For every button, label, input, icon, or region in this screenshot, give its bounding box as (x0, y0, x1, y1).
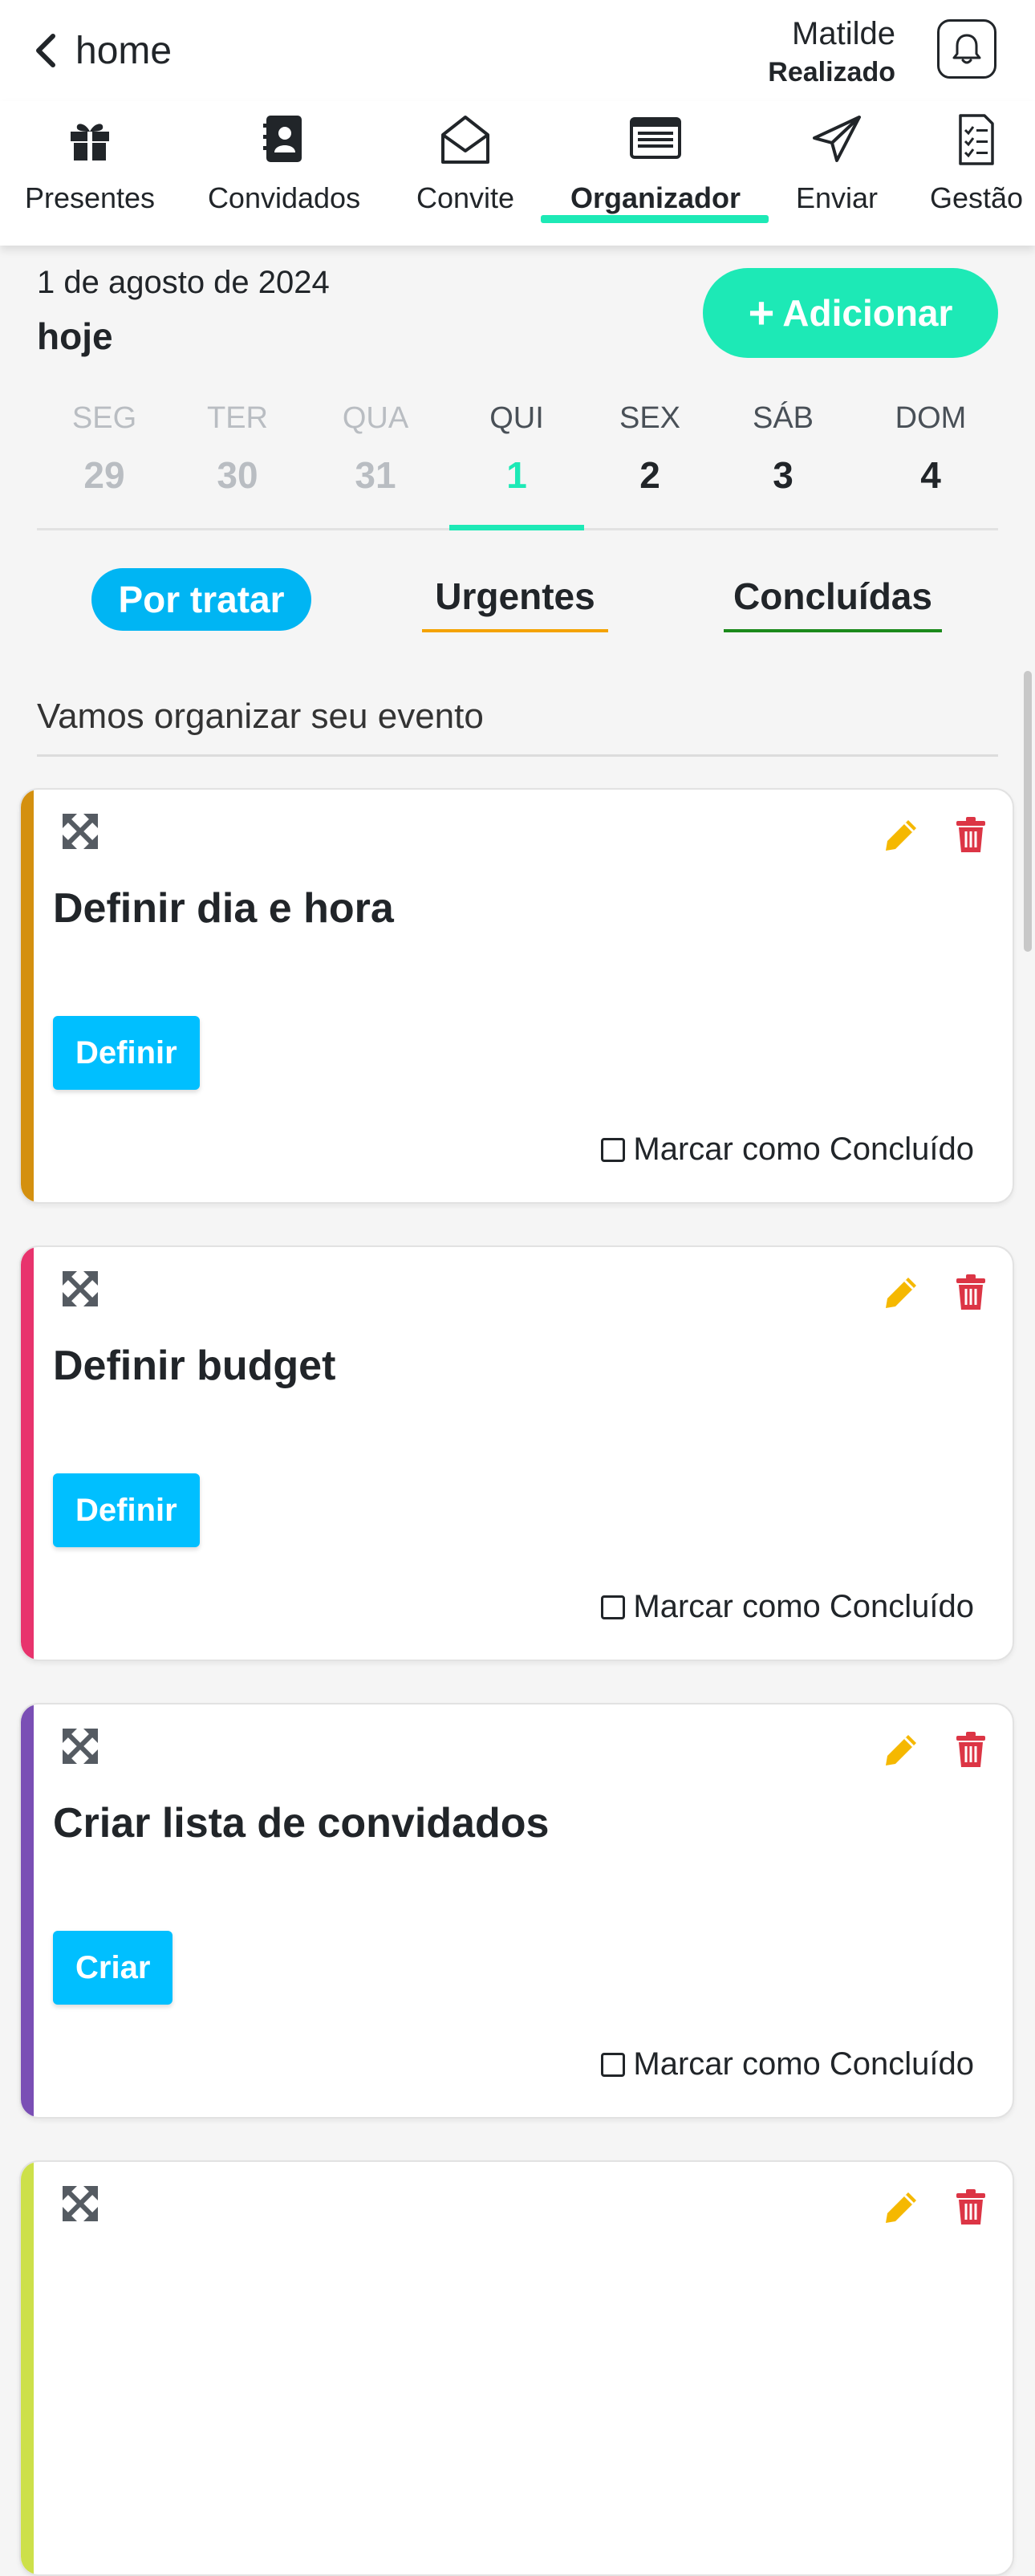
checkbox-icon (601, 1137, 626, 1162)
back-button[interactable]: home (34, 24, 172, 77)
day-number: 1 (506, 454, 527, 496)
day-name: DOM (895, 401, 967, 435)
day-sat[interactable]: SÁB 3 (716, 398, 850, 528)
notifications-button[interactable] (937, 19, 996, 79)
task-action-button[interactable]: Definir (53, 1473, 200, 1547)
trash-icon[interactable] (955, 1273, 987, 1311)
task-title: Definir dia e hora (53, 885, 394, 932)
top-bar: home Matilde Realizado (0, 0, 1035, 101)
day-fri[interactable]: SEX 2 (582, 398, 717, 528)
day-name: QUA (342, 401, 409, 435)
task-title: Definir budget (53, 1343, 336, 1389)
pencil-icon[interactable] (883, 1732, 919, 1769)
day-sun[interactable]: DOM 4 (863, 398, 998, 528)
chevron-left-icon (36, 34, 55, 67)
tab-presentes[interactable]: Presentes (19, 101, 160, 246)
expand-arrows-icon[interactable] (61, 1727, 99, 1765)
tab-convite[interactable]: Convite (400, 101, 531, 246)
add-task-button[interactable]: + Adicionar (703, 268, 998, 358)
back-label: home (75, 29, 172, 72)
day-thu[interactable]: QUI 1 (449, 398, 584, 528)
expand-arrows-icon[interactable] (61, 812, 99, 851)
checkbox-icon (601, 2052, 626, 2077)
main-tabs: Presentes Convidados Convite Organizador… (0, 101, 1035, 246)
week-strip: SEG 29 TER 30 QUA 31 QUI 1 SEX 2 SÁB 3 D… (37, 398, 998, 528)
pencil-icon[interactable] (883, 1274, 919, 1311)
add-button-label: Adicionar (782, 292, 953, 334)
gift-icon (63, 112, 117, 167)
day-name: QUI (489, 401, 544, 435)
day-number: 3 (773, 454, 794, 496)
checklist-icon (949, 112, 1004, 167)
list-board-icon (628, 112, 683, 167)
current-date: 1 de agosto de 2024 (37, 265, 330, 300)
filter-concluidas[interactable]: Concluídas (724, 575, 942, 632)
card-accent (21, 1247, 34, 1660)
scrollbar[interactable] (1024, 671, 1032, 952)
checkbox-label: Marcar como Concluído (633, 1132, 974, 1167)
task-action-button[interactable]: Definir (53, 1016, 200, 1090)
day-wed[interactable]: QUA 31 (308, 398, 443, 528)
task-card: Definir dia e hora Definir Marcar como C… (19, 788, 1014, 1204)
tab-enviar[interactable]: Enviar (786, 101, 887, 246)
card-accent (21, 1704, 34, 2117)
mark-done-checkbox[interactable]: Marcar como Concluído (601, 1132, 974, 1168)
task-card: Criar lista de convidados Criar Marcar c… (19, 1703, 1014, 2119)
paper-plane-icon (810, 112, 864, 167)
active-day-indicator (449, 525, 584, 530)
tab-label: Organizador (570, 181, 741, 214)
filter-por-tratar[interactable]: Por tratar (91, 568, 311, 631)
tab-label: Presentes (24, 181, 156, 214)
user-name: Matilde (792, 16, 895, 51)
tab-gestao[interactable]: Gestão (924, 101, 1029, 246)
day-name: SEG (71, 401, 137, 435)
filter-urgentes[interactable]: Urgentes (422, 575, 608, 632)
checkbox-icon (601, 1595, 626, 1619)
plus-icon: + (748, 287, 775, 338)
card-accent (21, 2162, 34, 2574)
tab-label: Convite (416, 181, 515, 214)
day-name: SEX (619, 401, 681, 435)
tab-organizador[interactable]: Organizador (550, 101, 761, 246)
day-number: 29 (83, 454, 125, 496)
bell-icon (952, 34, 981, 64)
task-action-button[interactable]: Criar (53, 1931, 173, 2005)
task-title: Criar lista de convidados (53, 1800, 550, 1847)
expand-arrows-icon[interactable] (61, 1270, 99, 1308)
day-name: TER (207, 401, 268, 435)
day-number: 31 (355, 454, 396, 496)
tab-label: Enviar (795, 181, 879, 214)
tab-convidados[interactable]: Convidados (199, 101, 369, 246)
mark-done-checkbox[interactable]: Marcar como Concluído (601, 2046, 974, 2082)
checkbox-label: Marcar como Concluído (633, 1589, 974, 1624)
user-info: Matilde Realizado (768, 13, 895, 90)
address-book-icon (257, 112, 311, 167)
trash-icon[interactable] (955, 2188, 987, 2226)
day-tue[interactable]: TER 30 (170, 398, 305, 528)
active-tab-indicator (541, 215, 769, 223)
trash-icon[interactable] (955, 815, 987, 854)
task-card (19, 2160, 1014, 2576)
expand-arrows-icon[interactable] (61, 2184, 99, 2223)
envelope-open-icon (438, 112, 493, 167)
mark-done-checkbox[interactable]: Marcar como Concluído (601, 1589, 974, 1625)
day-number: 4 (920, 454, 941, 496)
pencil-icon[interactable] (883, 2189, 919, 2226)
checkbox-label: Marcar como Concluído (633, 2046, 974, 2082)
day-mon[interactable]: SEG 29 (37, 398, 172, 528)
section-divider (37, 754, 998, 757)
user-status: Realizado (768, 57, 895, 87)
tab-label: Convidados (207, 181, 361, 214)
pencil-icon[interactable] (883, 817, 919, 854)
tab-label: Gestão (929, 181, 1024, 214)
today-label: hoje (37, 315, 113, 357)
day-number: 2 (639, 454, 660, 496)
section-title: Vamos organizar seu evento (37, 697, 484, 736)
card-accent (21, 790, 34, 1202)
trash-icon[interactable] (955, 1730, 987, 1769)
day-name: SÁB (752, 401, 814, 435)
day-number: 30 (217, 454, 258, 496)
task-card: Definir budget Definir Marcar como Concl… (19, 1245, 1014, 1661)
